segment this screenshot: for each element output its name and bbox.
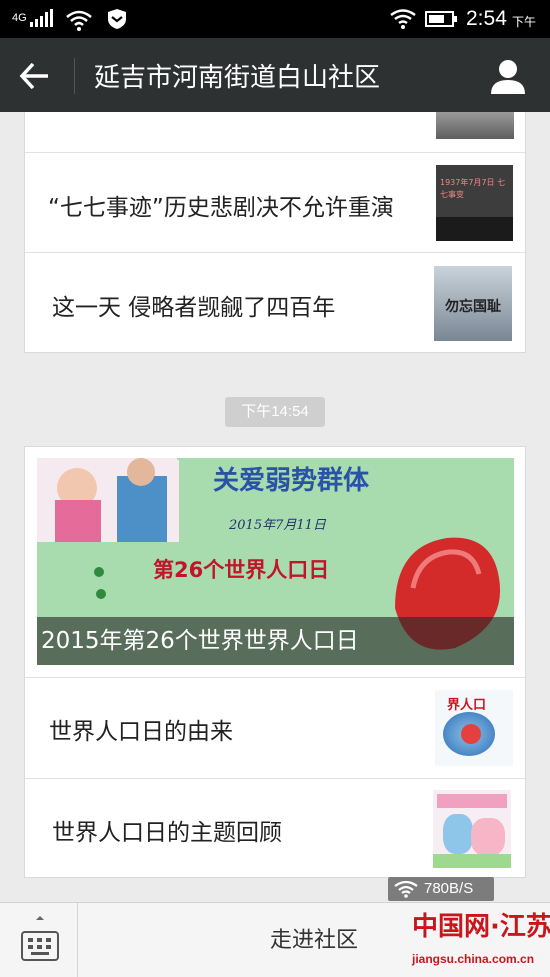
article-title: 世界人口日的由来 (49, 719, 233, 745)
article-title: 这一天 侵略者觊觎了四百年 (52, 295, 336, 321)
shield-icon (108, 9, 126, 29)
page-title: 延吉市河南街道白山社区 (94, 63, 381, 93)
watermark-logo: 中国网·江苏 (412, 912, 550, 942)
app-header: 延吉市河南街道白山社区 (0, 38, 550, 112)
cover-caption: 2015年第26个世界世界人口日 (37, 617, 514, 665)
watermark-url: jiangsu.china.com.cn (412, 952, 535, 966)
clock: 2:54 (466, 7, 507, 30)
article-thumbnail (433, 790, 511, 868)
article-row[interactable]: 这一天 侵略者觊觎了四百年 勿忘国耻 (25, 252, 525, 353)
speed-text: 780B/S (424, 880, 474, 897)
article-title: “七七事迹”历史悲剧决不允许重演 (48, 195, 394, 221)
article-row[interactable]: 世界人口日的主题回顾 (25, 778, 525, 879)
person-icon[interactable] (488, 56, 528, 96)
timestamp: 下午14:54 (225, 397, 325, 427)
status-bar: 4G 2:54 下午 (0, 0, 550, 38)
article-thumbnail: 界人口 (435, 690, 513, 766)
article-thumbnail: 1937年7月7日 七七事变 (436, 165, 513, 241)
thumb-caption: 勿忘国耻 (445, 299, 501, 315)
wifi-status-icon (390, 9, 416, 29)
keyboard-icon (21, 916, 59, 961)
network-type: 4G (12, 12, 27, 24)
battery-icon (425, 11, 457, 27)
article-thumbnail[interactable] (436, 112, 514, 139)
article-thumbnail: 勿忘国耻 (434, 266, 512, 341)
clock-ampm: 下午 (512, 15, 537, 29)
banner-text: 第26个世界人口日 (153, 558, 330, 582)
signal-icon (30, 9, 53, 27)
thumb-caption: 界人口 (447, 698, 487, 713)
network-speed-badge: 780B/S (388, 877, 494, 901)
article-card: 关爱弱势群体 2015年7月11日 第26个世界人口日 2015年第26个世界世… (24, 446, 526, 878)
thumb-caption: 1937年7月7日 七七事变 (440, 178, 506, 199)
cover-article[interactable]: 关爱弱势群体 2015年7月11日 第26个世界人口日 2015年第26个世界世… (37, 458, 514, 665)
header-divider (74, 58, 75, 94)
article-title: 世界人口日的主题回顾 (52, 820, 282, 846)
wifi-icon (66, 10, 92, 31)
article-row[interactable]: “七七事迹”历史悲剧决不允许重演 1937年7月7日 七七事变 (25, 152, 525, 252)
wifi-icon (394, 880, 418, 898)
watermark: 中国网·江苏 jiangsu.china.com.cn (398, 904, 550, 977)
back-arrow-icon[interactable] (16, 58, 56, 94)
article-row[interactable]: 世界人口日的由来 界人口 (25, 677, 525, 778)
banner-heading: 关爱弱势群体 (213, 466, 370, 496)
article-card: “七七事迹”历史悲剧决不允许重演 1937年7月7日 七七事变 这一天 侵略者觊… (24, 112, 526, 353)
banner-date: 2015年7月11日 (229, 518, 326, 533)
keyboard-toggle-button[interactable] (0, 903, 78, 977)
